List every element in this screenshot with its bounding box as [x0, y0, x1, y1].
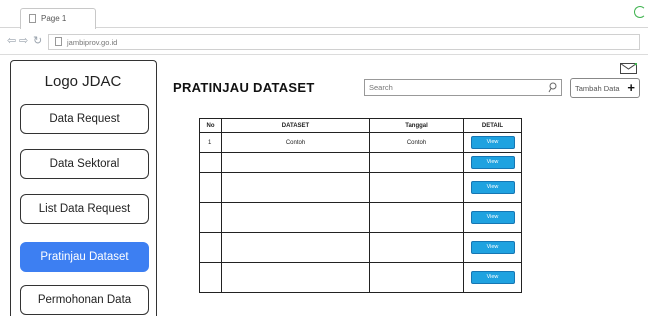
view-button[interactable]: View: [470, 136, 515, 149]
search-icon[interactable]: [548, 82, 557, 93]
header-dataset: DATASET: [221, 118, 370, 133]
url-text: jambiprov.go.id: [67, 38, 118, 47]
cell-no: [199, 152, 222, 173]
cell-tanggal: Contoh: [369, 132, 464, 153]
cell-no: [199, 202, 222, 233]
plus-icon: +: [627, 80, 635, 95]
table-row: View: [199, 262, 522, 293]
search-input[interactable]: Search: [364, 79, 562, 96]
table-row: View: [199, 152, 522, 173]
table-row: View: [199, 172, 522, 203]
cell-detail: View: [463, 132, 522, 153]
browser-tabbar: Page 1: [0, 0, 648, 29]
cell-dataset: [221, 232, 370, 263]
sidebar-item-data-request[interactable]: Data Request: [20, 104, 149, 134]
browser-logo-icon[interactable]: [634, 6, 646, 18]
reload-icon[interactable]: ↻: [33, 34, 42, 48]
page-icon: [55, 37, 62, 46]
view-button[interactable]: View: [470, 156, 515, 169]
cell-tanggal: [369, 172, 464, 203]
view-button[interactable]: View: [470, 181, 515, 194]
view-button[interactable]: View: [470, 271, 515, 284]
cell-no: [199, 232, 222, 263]
cell-detail: View: [463, 152, 522, 173]
table-row: 1 Contoh Contoh View: [199, 132, 522, 153]
table-row: View: [199, 202, 522, 233]
table-row: View: [199, 232, 522, 263]
sidebar-item-permohonan-data[interactable]: Permohonan Data: [20, 285, 149, 315]
tab-title: Page 1: [41, 14, 67, 23]
browser-tab[interactable]: Page 1: [20, 8, 96, 29]
cell-dataset: [221, 172, 370, 203]
sidebar: Logo JDAC Data Request Data Sektoral Lis…: [10, 60, 157, 316]
cell-no: [199, 172, 222, 203]
add-data-label: Tambah Data: [575, 83, 620, 93]
page-icon: [29, 14, 36, 23]
view-button[interactable]: View: [470, 211, 515, 224]
back-arrow-icon[interactable]: ⇦: [7, 34, 16, 48]
header-no: No: [199, 118, 222, 133]
cell-tanggal: [369, 232, 464, 263]
sidebar-item-list-data-request[interactable]: List Data Request: [20, 194, 149, 224]
view-button[interactable]: View: [470, 241, 515, 254]
page-title: PRATINJAU DATASET: [173, 80, 315, 95]
cell-dataset: [221, 152, 370, 173]
add-data-button[interactable]: Tambah Data +: [570, 78, 640, 98]
cell-no: 1: [199, 132, 222, 153]
mail-icon[interactable]: [620, 63, 637, 74]
dataset-table: No DATASET Tanggal DETAIL 1 Contoh Conto…: [199, 118, 522, 293]
cell-no: [199, 262, 222, 293]
sidebar-item-pratinjau-dataset[interactable]: Pratinjau Dataset: [20, 242, 149, 272]
sidebar-item-data-sektoral[interactable]: Data Sektoral: [20, 149, 149, 179]
search-placeholder: Search: [369, 83, 393, 92]
forward-arrow-icon[interactable]: ⇨: [19, 34, 28, 48]
cell-detail: View: [463, 232, 522, 263]
cell-tanggal: [369, 262, 464, 293]
cell-dataset: [221, 262, 370, 293]
cell-detail: View: [463, 172, 522, 203]
header-tanggal: Tanggal: [369, 118, 464, 133]
table-header-row: No DATASET Tanggal DETAIL: [199, 118, 522, 133]
cell-dataset: [221, 202, 370, 233]
address-bar: ⇦ ⇨ ↻ jambiprov.go.id: [0, 29, 648, 55]
cell-detail: View: [463, 262, 522, 293]
cell-detail: View: [463, 202, 522, 233]
cell-tanggal: [369, 152, 464, 173]
cell-tanggal: [369, 202, 464, 233]
url-input[interactable]: jambiprov.go.id: [48, 34, 640, 50]
logo: Logo JDAC: [44, 73, 122, 90]
header-detail: DETAIL: [463, 118, 522, 133]
cell-dataset: Contoh: [221, 132, 370, 153]
